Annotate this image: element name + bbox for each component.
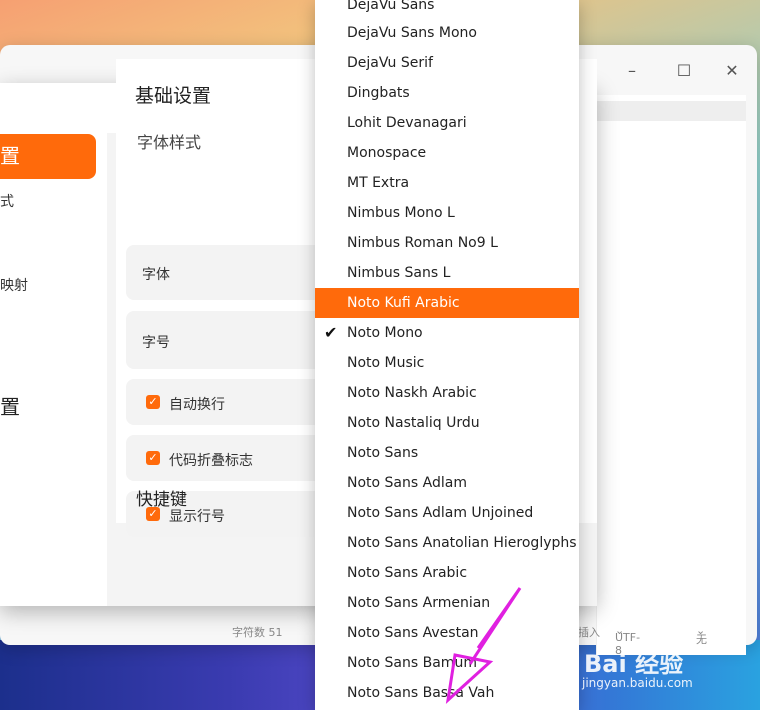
annotation-arrow-icon [445,587,522,704]
watermark-logo: Bai 经验 [584,650,684,678]
watermark-url: jingyan.baidu.com [582,676,693,690]
